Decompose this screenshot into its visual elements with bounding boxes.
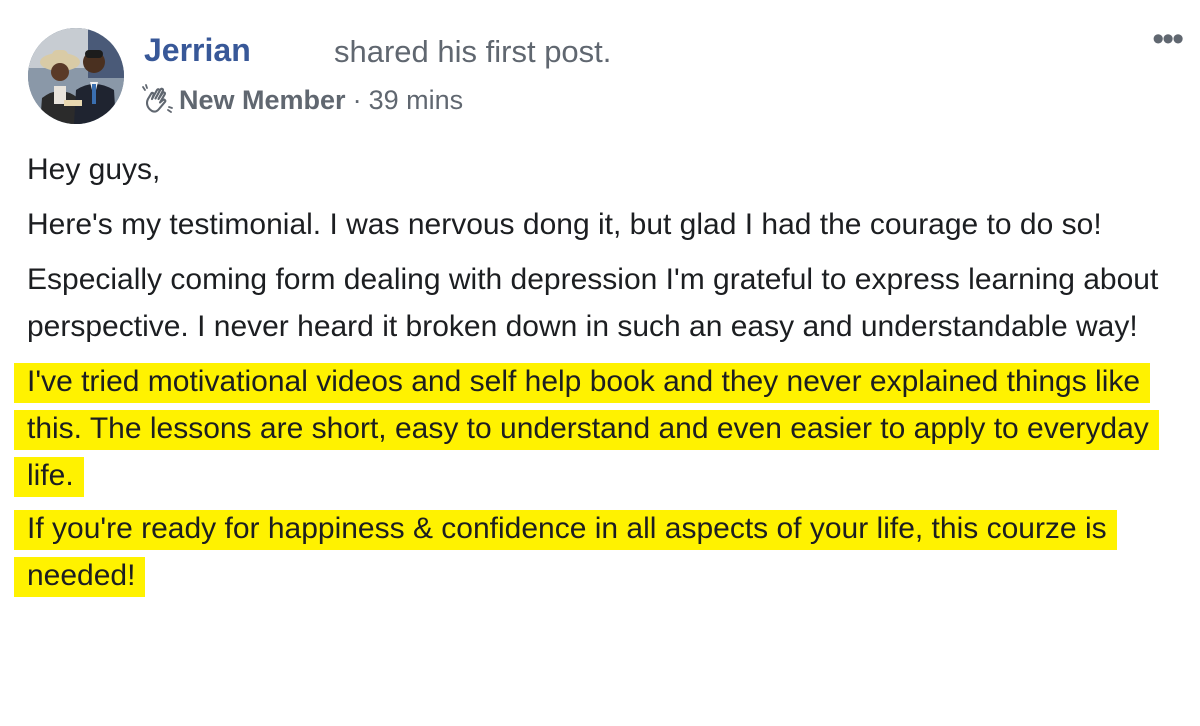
post-paragraph: Especially coming form dealing with depr… [27,263,1159,343]
post-paragraph: Here's my testimonial. I was nervous don… [27,208,1102,241]
meta-separator: · [352,84,362,115]
highlighted-paragraph: If you're ready for happiness & confiden… [14,505,1177,599]
member-badge-label: New Member [179,84,346,115]
avatar[interactable] [28,28,124,124]
post-meta: New Member · 39 mins [142,84,463,116]
waving-hand-icon [142,84,174,116]
post-timestamp[interactable]: 39 mins [369,85,464,116]
author-name[interactable]: Jerrian [144,32,251,69]
highlighted-paragraph: I've tried motivational videos and self … [14,358,1177,499]
post-body: Hey guys, Here's my testimonial. I was n… [14,146,1177,605]
post-paragraph: Hey guys, [27,153,161,186]
highlighted-text: If you're ready for happiness & confiden… [14,510,1117,597]
highlighted-text: I've tried motivational videos and self … [14,363,1159,497]
post-action-text: shared his first post. [334,34,612,69]
more-options-button[interactable]: ••• [1152,22,1184,56]
